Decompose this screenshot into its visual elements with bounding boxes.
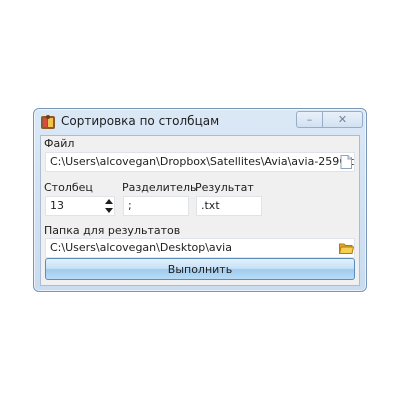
run-button-label: Выполнить: [167, 262, 233, 276]
browse-file-button[interactable]: [338, 154, 354, 170]
separator-label: Разделитель: [122, 181, 197, 194]
app-icon: [41, 115, 55, 129]
column-value: 13: [50, 199, 64, 212]
browse-folder-button[interactable]: [338, 240, 354, 256]
close-icon: ✕: [337, 113, 348, 126]
column-stepper[interactable]: 13: [45, 196, 115, 216]
file-path-value: C:\Users\alcovegan\Dropbox\Satellites\Av…: [50, 155, 355, 168]
minimize-button[interactable]: –: [296, 111, 323, 128]
result-extension-input[interactable]: .txt: [196, 196, 262, 216]
result-value: .txt: [201, 199, 220, 212]
column-label: Столбец: [44, 181, 93, 194]
result-label: Результат: [195, 181, 254, 194]
window-title: Сортировка по столбцам: [61, 114, 220, 128]
minimize-icon: –: [306, 113, 313, 126]
spin-arrows-icon[interactable]: [104, 198, 114, 214]
client-area: Файл C:\Users\alcovegan\Dropbox\Satellit…: [40, 135, 360, 286]
folder-icon: [338, 243, 354, 254]
output-folder-label: Папка для результатов: [44, 224, 181, 237]
separator-value: ;: [128, 199, 132, 212]
close-button[interactable]: ✕: [323, 111, 363, 128]
app-window: Сортировка по столбцам – ✕ Файл C:\Users…: [33, 108, 367, 292]
file-label: Файл: [44, 137, 75, 150]
file-path-input[interactable]: C:\Users\alcovegan\Dropbox\Satellites\Av…: [45, 152, 355, 172]
output-folder-input[interactable]: C:\Users\alcovegan\Desktop\avia: [45, 238, 355, 258]
separator-input[interactable]: ;: [123, 196, 189, 216]
output-folder-value: C:\Users\alcovegan\Desktop\avia: [50, 241, 232, 254]
document-icon: [340, 155, 352, 169]
run-button[interactable]: Выполнить: [45, 258, 355, 280]
title-bar[interactable]: Сортировка по столбцам – ✕: [34, 109, 366, 135]
